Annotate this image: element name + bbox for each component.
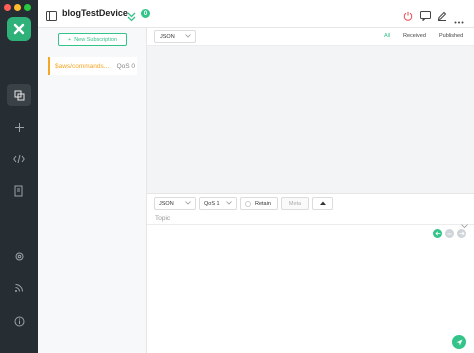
history-dash-icon[interactable] xyxy=(445,229,454,238)
send-icon xyxy=(456,333,463,351)
topic-placeholder: Topic xyxy=(155,215,171,222)
payload-format-value: JSON xyxy=(159,200,174,207)
tab-all[interactable]: All xyxy=(384,33,390,39)
connection-count-badge: 0 xyxy=(141,9,150,18)
edit-icon[interactable] xyxy=(437,8,447,26)
message-format-value: JSON xyxy=(160,33,175,40)
history-forward-icon[interactable] xyxy=(457,229,466,238)
payload-format-select[interactable]: JSON xyxy=(154,197,196,210)
subscription-item[interactable]: $aws/commands... QoS 0 xyxy=(48,57,137,75)
feed-icon[interactable] xyxy=(7,277,31,299)
new-subscription-button[interactable]: + New Subscription xyxy=(58,33,127,46)
new-subscription-label: New Subscription xyxy=(74,36,117,43)
connection-header: blogTestDevice 0 xyxy=(38,0,474,28)
power-icon[interactable] xyxy=(403,8,413,26)
retain-label: Retain xyxy=(255,200,271,207)
qos-value: QoS 1 xyxy=(204,200,220,207)
meta-label: Meta xyxy=(288,200,302,207)
chevron-down-icon xyxy=(185,33,191,40)
publish-panel: JSON QoS 1 Retain Meta Topic xyxy=(147,193,474,353)
new-connection-icon[interactable] xyxy=(7,116,31,138)
chevron-down-icon xyxy=(185,200,191,207)
topic-input[interactable]: Topic xyxy=(147,212,474,229)
collapse-button[interactable] xyxy=(312,197,333,210)
plus-icon: + xyxy=(67,36,72,43)
tab-published[interactable]: Published xyxy=(439,33,463,39)
logo-icon xyxy=(7,17,31,41)
retain-checkbox[interactable]: Retain xyxy=(240,197,278,210)
window-zoom-dot[interactable] xyxy=(24,4,31,11)
qos-select[interactable]: QoS 1 xyxy=(199,197,237,210)
script-icon[interactable] xyxy=(7,148,31,170)
log-icon[interactable] xyxy=(7,180,31,202)
settings-icon[interactable] xyxy=(7,245,31,267)
meta-button[interactable]: Meta xyxy=(281,197,309,210)
history-back-icon[interactable] xyxy=(433,229,442,238)
chevron-down-icon xyxy=(226,200,232,207)
message-list xyxy=(147,46,474,193)
chat-icon[interactable] xyxy=(420,8,431,26)
subscription-topic: $aws/commands... xyxy=(55,62,110,70)
window-close-dot[interactable] xyxy=(4,4,11,11)
window-minimize-dot[interactable] xyxy=(14,4,21,11)
app-sidebar xyxy=(0,0,38,353)
messages-toolbar: JSON All Received Published xyxy=(147,28,474,46)
retain-check-circle xyxy=(245,200,251,207)
subscriptions-panel: + New Subscription $aws/commands... QoS … xyxy=(38,28,147,353)
sidebar-toggle-icon[interactable] xyxy=(46,8,57,26)
send-button[interactable] xyxy=(452,335,466,349)
more-icon[interactable] xyxy=(454,11,464,29)
device-name: blogTestDevice xyxy=(62,8,128,18)
connections-icon[interactable] xyxy=(7,84,31,106)
tab-received[interactable]: Received xyxy=(403,33,426,39)
double-chevron-icon[interactable] xyxy=(127,9,136,27)
caret-up-icon xyxy=(319,201,326,207)
about-icon[interactable] xyxy=(7,310,31,332)
subscription-qos: QoS 0 xyxy=(116,62,135,70)
message-format-select[interactable]: JSON xyxy=(154,30,196,43)
